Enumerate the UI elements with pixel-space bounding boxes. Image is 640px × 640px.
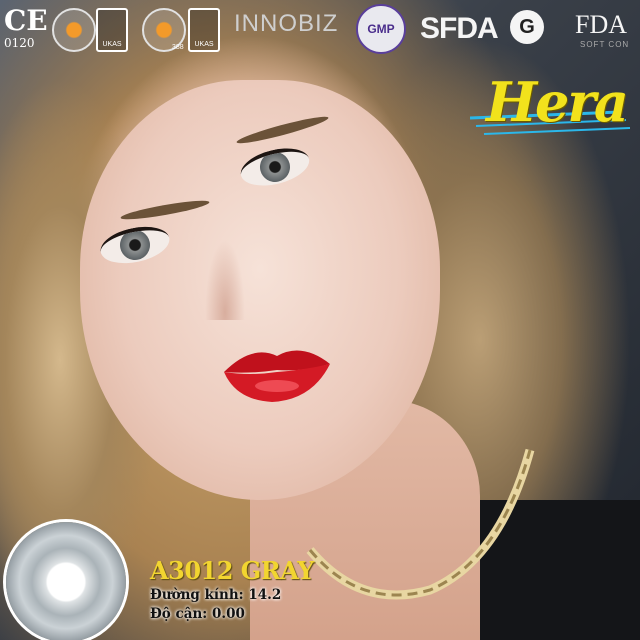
red-lips: [224, 350, 330, 402]
ukas-badge-icon: UKAS: [96, 8, 128, 52]
iso-badge-icon: [52, 8, 96, 52]
lens-diameter: Đường kính: 14.2: [150, 587, 282, 603]
ce-number: 0120: [4, 36, 35, 50]
contact-lens-sample: [6, 522, 126, 640]
product-photo: CE 0120 UKAS 388 UKAS INNOBIZ GMP SFDA G…: [0, 0, 640, 640]
ce-mark: CE: [4, 4, 48, 37]
left-iris: [117, 227, 153, 263]
right-iris: [256, 148, 294, 186]
model-face: [80, 80, 440, 500]
nose: [205, 240, 245, 320]
sfda-logo: SFDA: [420, 12, 499, 45]
product-name: A3012 GRAY: [150, 556, 314, 585]
innobiz-logo: INNOBIZ: [234, 10, 339, 37]
brand-logo: Hera: [486, 70, 629, 134]
certification-logos: CE 0120 UKAS 388 UKAS INNOBIZ GMP SFDA G…: [0, 0, 640, 58]
ukas-badge-icon-2: UKAS: [188, 8, 220, 52]
fda-logo: FDA: [575, 10, 628, 39]
lens-power: Độ cận: 0.00: [150, 606, 245, 622]
gold-chain-necklace: [306, 448, 535, 600]
softcon-text: SOFT CON: [580, 40, 630, 49]
pg-logo: G: [510, 10, 544, 44]
badge-number: 388: [172, 44, 184, 51]
gmp-badge: GMP: [356, 4, 406, 54]
